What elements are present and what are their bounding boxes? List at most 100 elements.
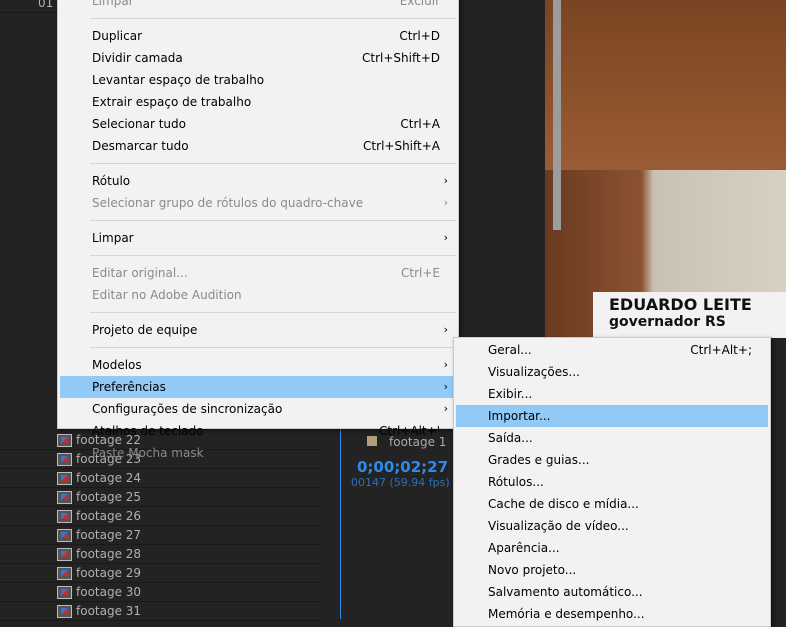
menu-item-label: Editar original... [92, 266, 188, 280]
menu-item-levantar-espaco-de-trabalho[interactable]: Levantar espaço de trabalho [60, 69, 456, 91]
menu-item-label: Duplicar [92, 29, 143, 43]
menu-item-label: Salvamento automático... [488, 585, 643, 599]
project-item-label: footage 28 [76, 547, 142, 561]
menu-item-configuracoes-de-sincronizacao[interactable]: Configurações de sincronização › [60, 398, 456, 420]
menu-item-shortcut: Ctrl+Shift+D [362, 51, 440, 65]
footage-icon [57, 529, 72, 542]
chevron-right-icon: › [443, 402, 448, 415]
menu-item-importar[interactable]: Importar... [456, 405, 768, 427]
menu-item-desmarcar-tudo[interactable]: Desmarcar tudo Ctrl+Shift+A [60, 135, 456, 157]
menu-item-label: Modelos [92, 358, 142, 372]
menu-item-shortcut: Ctrl+D [399, 29, 440, 43]
menu-item-modelos[interactable]: Modelos › [60, 354, 456, 376]
composition-viewer [545, 0, 786, 338]
menu-item-rotulo[interactable]: Rótulo › [60, 170, 456, 192]
menu-item-extrair-espaco-de-trabalho[interactable]: Extrair espaço de trabalho [60, 91, 456, 113]
menu-item-label: Novo projeto... [488, 563, 577, 577]
menu-item-salvamento-automatico[interactable]: Salvamento automático... [456, 581, 768, 603]
menu-item-shortcut: Ctrl+Alt+; [690, 343, 752, 357]
menu-item-cache-de-disco-e-midia[interactable]: Cache de disco e mídia... [456, 493, 768, 515]
menu-item-atalhos-de-teclado[interactable]: Atalhos de teclado Ctrl+Alt+' [60, 420, 456, 442]
project-item-label: footage 31 [76, 604, 142, 618]
menu-item-label: Configurações de sincronização [92, 402, 283, 416]
menu-item-novo-projeto[interactable]: Novo projeto... [456, 559, 768, 581]
menu-item-visualizacoes[interactable]: Visualizações... [456, 361, 768, 383]
project-item[interactable]: footage 26 [0, 507, 320, 526]
menu-item-label: Editar no Adobe Audition [92, 288, 242, 302]
caption-role: governador RS [609, 314, 726, 330]
menu-item-label: Aparência... [488, 541, 560, 555]
menu-item-preferencias[interactable]: Preferências › [60, 376, 456, 398]
menu-item-shortcut: Ctrl+Alt+' [378, 424, 440, 438]
chevron-right-icon: › [443, 323, 448, 336]
video-frame [545, 0, 786, 170]
menu-item-rotulos[interactable]: Rótulos... [456, 471, 768, 493]
menu-item-label: Paste Mocha mask [92, 446, 204, 460]
menu-item-grades-e-guias[interactable]: Grades e guias... [456, 449, 768, 471]
menu-item-memoria-e-desempenho[interactable]: Memória e desempenho... [456, 603, 768, 625]
menu-item-aparencia[interactable]: Aparência... [456, 537, 768, 559]
menu-item-label: Selecionar grupo de rótulos do quadro-ch… [92, 196, 364, 210]
menu-item-label: Preferências [92, 380, 166, 394]
menu-item-label: Limpar [92, 231, 134, 245]
menu-item-shortcut: Ctrl+A [400, 117, 440, 131]
footage-icon [57, 510, 72, 523]
frame-count: 00147 (59.94 fps) [351, 476, 450, 489]
menu-item-label: Extrair espaço de trabalho [92, 95, 252, 109]
menu-item-shortcut: Excluir [399, 0, 440, 8]
menu-item-label: Memória e desempenho... [488, 607, 645, 621]
project-item[interactable]: footage 27 [0, 526, 320, 545]
menu-item-shortcut: Ctrl+E [401, 266, 440, 280]
menu-item-visualizacao-de-video[interactable]: Visualização de vídeo... [456, 515, 768, 537]
chevron-right-icon: › [443, 231, 448, 244]
footage-icon [57, 586, 72, 599]
menu-item-projeto-de-equipe[interactable]: Projeto de equipe › [60, 319, 456, 341]
project-item-label: footage 24 [76, 471, 142, 485]
menu-item-limpar: Limpar Excluir [60, 0, 456, 12]
project-item-label: footage 30 [76, 585, 142, 599]
footage-icon [57, 605, 72, 618]
chevron-right-icon: › [443, 380, 448, 393]
project-item[interactable]: footage 24 [0, 469, 320, 488]
project-item-label: footage 26 [76, 509, 142, 523]
menu-item-label: Grades e guias... [488, 453, 590, 467]
chevron-right-icon: › [443, 174, 448, 187]
project-item-label: footage 29 [76, 566, 142, 580]
menu-item-geral[interactable]: Geral... Ctrl+Alt+; [456, 339, 768, 361]
project-item[interactable]: footage 25 [0, 488, 320, 507]
menu-item-limpar[interactable]: Limpar › [60, 227, 456, 249]
chevron-right-icon: › [443, 196, 448, 209]
menu-item-label: Atalhos de teclado [92, 424, 204, 438]
menu-item-label: Selecionar tudo [92, 117, 186, 131]
project-item-label: footage 27 [76, 528, 142, 542]
project-item[interactable]: footage 31 [0, 602, 320, 621]
lower-third-caption: EDUARDO LEITE governador RS [593, 292, 786, 338]
menu-item-label: Geral... [488, 343, 532, 357]
menu-item-label: Limpar [92, 0, 134, 8]
menu-item-label: Importar... [488, 409, 551, 423]
menu-item-duplicar[interactable]: Duplicar Ctrl+D [60, 25, 456, 47]
menu-item-selecionar-tudo[interactable]: Selecionar tudo Ctrl+A [60, 113, 456, 135]
preferences-submenu: Geral... Ctrl+Alt+; Visualizações... Exibir… [453, 337, 771, 627]
menu-separator [90, 220, 456, 221]
menu-item-exibir[interactable]: Exibir... [456, 383, 768, 405]
menu-item-label: Desmarcar tudo [92, 139, 189, 153]
video-frame-detail [553, 0, 561, 230]
menu-item-label: Saída... [488, 431, 533, 445]
menu-item-selecionar-grupo-de-rotulos-do-quadro-chave: Selecionar grupo de rótulos do quadro-ch… [60, 192, 456, 214]
edit-menu: Limpar Excluir Duplicar Ctrl+D Dividir camad… [57, 0, 459, 460]
menu-item-dividir-camada[interactable]: Dividir camada Ctrl+Shift+D [60, 47, 456, 69]
menu-item-saida[interactable]: Saída... [456, 427, 768, 449]
caption-name: EDUARDO LEITE [609, 295, 752, 314]
project-item[interactable]: footage 28 [0, 545, 320, 564]
project-item[interactable]: footage 30 [0, 583, 320, 602]
menu-item-label: Dividir camada [92, 51, 183, 65]
menu-separator [90, 18, 456, 19]
menu-item-label: Projeto de equipe [92, 323, 198, 337]
project-item[interactable]: footage 29 [0, 564, 320, 583]
menu-separator [90, 255, 456, 256]
chevron-right-icon: › [443, 358, 448, 371]
menu-item-label: Exibir... [488, 387, 533, 401]
menu-item-label: Cache de disco e mídia... [488, 497, 639, 511]
menu-item-editar-no-adobe-audition: Editar no Adobe Audition [60, 284, 456, 306]
